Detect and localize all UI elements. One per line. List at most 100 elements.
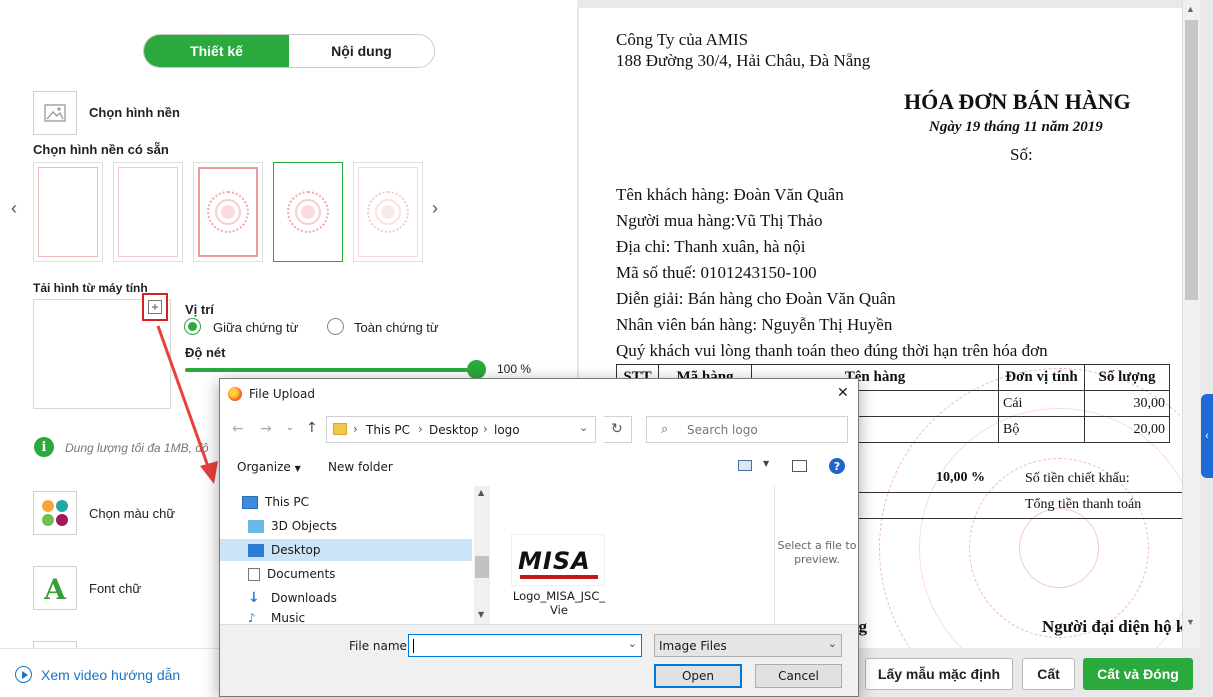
preset-thumb-4[interactable]: [273, 162, 343, 262]
scroll-up-icon[interactable]: ▲: [1186, 4, 1195, 14]
invoice-number-label: Số:: [1010, 145, 1033, 164]
up-arrow-icon[interactable]: ↑: [306, 420, 318, 436]
misa-logo: MISA: [518, 547, 591, 575]
nav-documents[interactable]: Documents: [248, 563, 335, 585]
scroll-down-icon[interactable]: ▼: [1186, 617, 1195, 627]
chevron-left-icon: ‹: [1205, 430, 1209, 442]
breadcrumb-logo[interactable]: logo: [494, 423, 520, 437]
breadcrumb-sep-icon: ›: [418, 422, 423, 436]
nav-downloads[interactable]: ↓ Downloads: [248, 587, 337, 609]
total-label: Tổng tiền thanh toán: [1025, 497, 1142, 512]
scroll-up-icon[interactable]: ▲: [478, 488, 484, 497]
discount-rate: 10,00 %: [936, 470, 985, 485]
play-icon[interactable]: [15, 666, 32, 683]
font-label: Font chữ: [89, 581, 142, 596]
tab-content[interactable]: Nội dung: [289, 35, 434, 67]
open-button[interactable]: Open: [654, 664, 742, 688]
radio-full[interactable]: [327, 318, 344, 335]
forward-arrow-icon[interactable]: →: [260, 421, 272, 437]
music-icon: ♪: [248, 611, 256, 624]
radio-full-label: Toàn chứng từ: [354, 320, 439, 335]
item-unit: Cái: [998, 390, 1085, 417]
scrollbar-thumb[interactable]: [475, 556, 489, 578]
search-icon: ⌕: [661, 422, 669, 437]
nav-desktop[interactable]: Desktop: [220, 539, 472, 561]
file-type-select[interactable]: Image Files ⌄: [654, 634, 842, 657]
sales-staff: Nhân viên bán hàng: Nguyễn Thị Huyền: [616, 315, 893, 334]
back-arrow-icon[interactable]: ←: [232, 421, 244, 437]
preview-pane: Select a file to preview.: [774, 486, 858, 624]
breadcrumb-this-pc[interactable]: This PC: [366, 423, 410, 437]
help-icon[interactable]: ?: [829, 458, 845, 474]
chevron-down-icon[interactable]: ⌄: [286, 423, 294, 433]
svg-text:A: A: [43, 573, 67, 603]
nav-this-pc[interactable]: This PC: [242, 491, 309, 513]
choose-background-label: Chọn hình nền: [89, 105, 180, 120]
refresh-button[interactable]: ↻: [604, 416, 632, 443]
customer-address: Địa chỉ: Thanh xuân, hà nội: [616, 237, 806, 256]
preset-thumb-5[interactable]: [353, 162, 423, 262]
discount-amount-label: Số tiền chiết khấu:: [1025, 471, 1130, 486]
breadcrumb-sep-icon: ›: [353, 422, 358, 436]
nav-scrollbar[interactable]: ▲ ▼: [474, 486, 490, 624]
image-icon[interactable]: [33, 91, 77, 135]
company-name: Công Ty của AMIS: [616, 30, 749, 49]
file-name-input[interactable]: ⌄: [408, 634, 642, 657]
file-list: MISA Logo_MISA_JSC_ Vie: [491, 486, 773, 624]
default-template-button[interactable]: Lấy mẫu mặc định: [865, 658, 1013, 690]
document-icon: [248, 567, 260, 581]
preset-thumb-2[interactable]: [113, 162, 183, 262]
firefox-icon: [228, 387, 242, 401]
customer-name: Tên khách hàng: Đoàn Văn Quân: [616, 185, 844, 204]
computer-icon: [242, 495, 258, 509]
caret-down-icon: ▼: [294, 464, 301, 473]
search-input[interactable]: ⌕ Search logo: [646, 416, 848, 443]
side-collapse-tab[interactable]: ‹: [1201, 394, 1213, 478]
organize-menu[interactable]: Organize ▼: [237, 460, 301, 474]
video-guide-link[interactable]: Xem video hướng dẫn: [41, 667, 180, 683]
file-upload-dialog: File Upload ✕ ← → ⌄ ↑ › This PC › Deskto…: [219, 378, 859, 697]
chevron-left-icon[interactable]: ‹: [11, 198, 17, 219]
item-unit: Bộ: [998, 416, 1085, 443]
signature-right: Người đại diện hộ k: [1042, 617, 1182, 636]
refresh-icon: ↻: [611, 421, 623, 437]
item-qty: 30,00: [1084, 390, 1170, 417]
folder-icon: [333, 423, 347, 435]
opacity-slider-handle[interactable]: [467, 360, 486, 379]
preset-thumb-1[interactable]: [33, 162, 103, 262]
upload-from-computer-label: Tải hình từ máy tính: [33, 281, 148, 295]
breadcrumb-desktop[interactable]: Desktop: [429, 423, 479, 437]
chevron-right-icon[interactable]: ›: [432, 198, 438, 219]
preview-pane-icon[interactable]: [792, 460, 807, 472]
palette-icon[interactable]: [33, 491, 77, 535]
file-name-label[interactable]: Logo_MISA_JSC_ Vie: [505, 589, 613, 617]
new-folder-button[interactable]: New folder: [328, 460, 393, 474]
add-image-button[interactable]: +: [142, 293, 168, 321]
address-bar[interactable]: › This PC › Desktop › logo ⌄: [326, 416, 596, 443]
preview-scrollbar[interactable]: ▲ ▼: [1182, 0, 1200, 648]
caret-down-icon[interactable]: ▼: [763, 459, 769, 468]
cancel-button[interactable]: Cancel: [755, 664, 842, 688]
font-icon[interactable]: A: [33, 566, 77, 610]
nav-3d-objects[interactable]: 3D Objects: [248, 515, 337, 537]
save-close-button[interactable]: Cất và Đóng: [1083, 658, 1193, 690]
scrollbar-thumb[interactable]: [1185, 20, 1198, 300]
view-icon[interactable]: [738, 460, 752, 471]
dialog-titlebar: File Upload ✕: [220, 379, 858, 409]
tab-design[interactable]: Thiết kế: [144, 35, 289, 67]
position-label: Vị trí: [185, 302, 214, 317]
preset-thumb-3[interactable]: [193, 162, 263, 262]
chevron-down-icon[interactable]: ⌄: [628, 637, 637, 650]
chevron-down-icon[interactable]: ⌄: [828, 637, 837, 650]
dialog-title: File Upload: [249, 387, 315, 401]
scroll-down-icon[interactable]: ▼: [478, 610, 484, 619]
chevron-down-icon[interactable]: ⌄: [579, 421, 588, 434]
file-thumbnail[interactable]: MISA: [511, 534, 605, 586]
invoice-title: HÓA ĐƠN BÁN HÀNG: [904, 89, 1131, 114]
save-button[interactable]: Cất: [1022, 658, 1075, 690]
close-icon[interactable]: ✕: [837, 385, 849, 401]
tax-code: Mã số thuế: 0101243150-100: [616, 263, 817, 282]
nav-music[interactable]: ♪ Music: [248, 611, 305, 624]
annotation-arrow: [156, 325, 218, 484]
download-icon: ↓: [248, 589, 260, 606]
